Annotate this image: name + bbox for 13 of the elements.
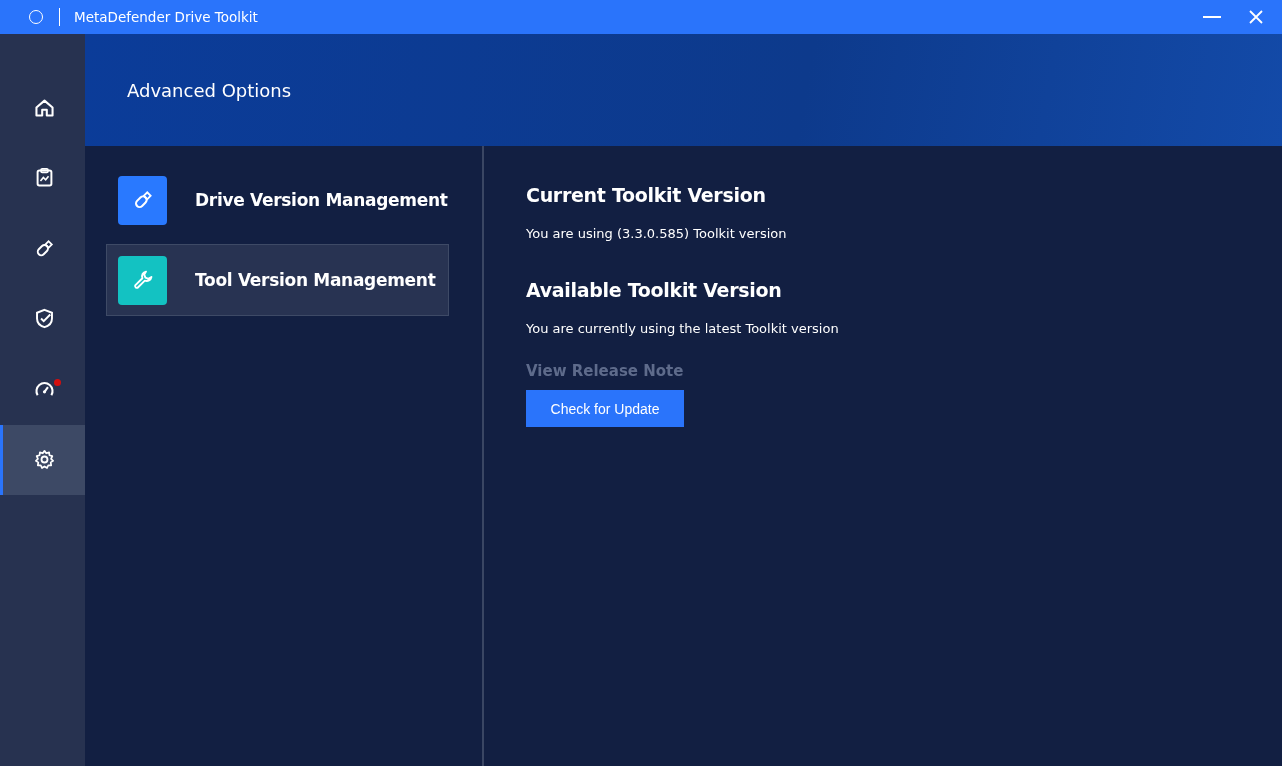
- status-text: You are currently using the latest Toolkit version: [526, 321, 840, 336]
- section-heading: Available Toolkit Version: [526, 279, 783, 301]
- settings-icon: [32, 448, 56, 472]
- menu-option[interactable]: Drive Version Management: [106, 164, 449, 236]
- check-update-button[interactable]: Check for Update: [526, 390, 684, 427]
- minimize-icon: [1203, 16, 1221, 18]
- close-icon: [1249, 10, 1263, 24]
- section-heading: Current Toolkit Version: [526, 184, 767, 206]
- nav-item[interactable]: [0, 424, 85, 495]
- menu-option[interactable]: Tool Version Management: [106, 244, 449, 316]
- page-title: Advanced Options: [127, 79, 292, 101]
- window-title: MetaDefender Drive Toolkit: [74, 9, 259, 25]
- version-text: You are using (3.3.0.585) Toolkit version: [526, 226, 788, 241]
